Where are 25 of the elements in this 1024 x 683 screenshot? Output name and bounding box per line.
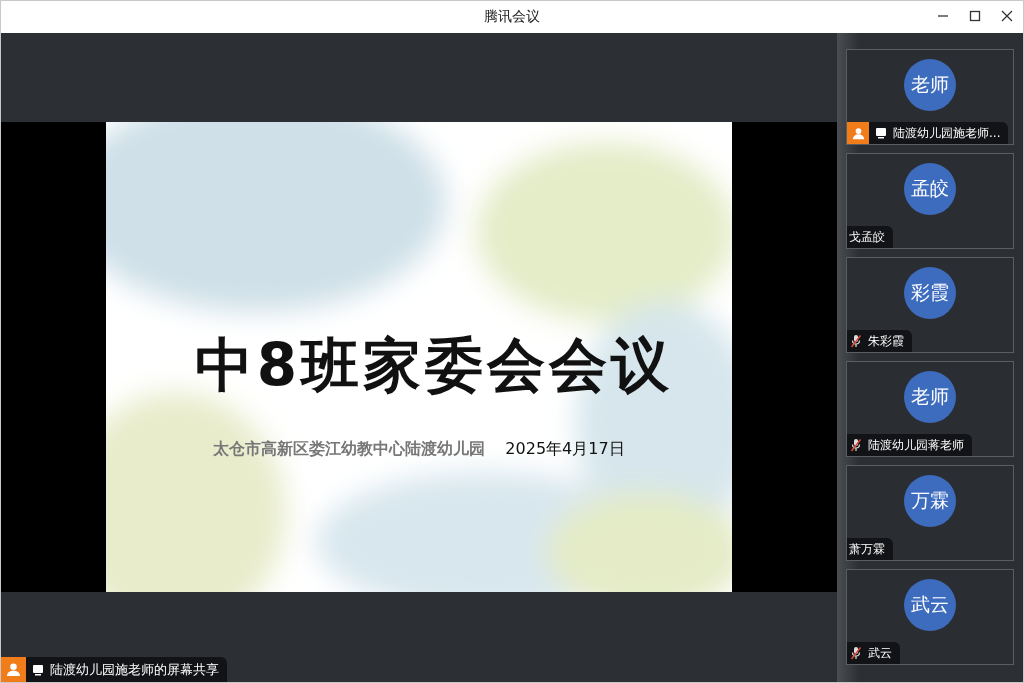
participant-name: 陆渡幼儿园施老师... bbox=[892, 124, 1001, 142]
participant-tile[interactable]: 万霖 萧万霖 bbox=[846, 465, 1014, 561]
avatar: 武云 bbox=[904, 579, 956, 631]
avatar: 彩霞 bbox=[904, 267, 956, 319]
close-icon[interactable] bbox=[1001, 10, 1013, 22]
maximize-icon[interactable] bbox=[969, 10, 981, 22]
participant-name: 萧万霖 bbox=[848, 540, 885, 558]
slide-subtitle: 太仓市高新区娄江幼教中心陆渡幼儿园 bbox=[213, 439, 486, 460]
participant-name: 朱彩霞 bbox=[867, 332, 904, 350]
slide-title: 中8班家委会会议 bbox=[194, 330, 674, 401]
avatar: 万霖 bbox=[904, 475, 956, 527]
window-title: 腾讯会议 bbox=[484, 8, 540, 26]
participant-tile[interactable]: 彩霞 朱彩霞 bbox=[846, 257, 1014, 353]
screen-share-text: 陆渡幼儿园施老师的屏幕共享 bbox=[49, 660, 219, 679]
participant-tile[interactable]: 老师 陆渡幼儿园蒋老师 bbox=[846, 361, 1014, 457]
avatar: 老师 bbox=[904, 371, 956, 423]
participant-name: 陆渡幼儿园蒋老师 bbox=[867, 436, 964, 454]
participant-tile[interactable]: 孟皎 戈孟皎 bbox=[846, 153, 1014, 249]
participant-name: 武云 bbox=[867, 644, 892, 662]
avatar: 老师 bbox=[904, 59, 956, 111]
participant-tile[interactable]: 武云 武云 bbox=[846, 569, 1014, 665]
avatar: 孟皎 bbox=[904, 163, 956, 215]
participant-name: 戈孟皎 bbox=[848, 228, 885, 246]
slide-date: 2025年4月17日 bbox=[505, 439, 625, 460]
participant-tile[interactable]: 老师 陆渡幼儿园施老师... bbox=[846, 49, 1014, 145]
